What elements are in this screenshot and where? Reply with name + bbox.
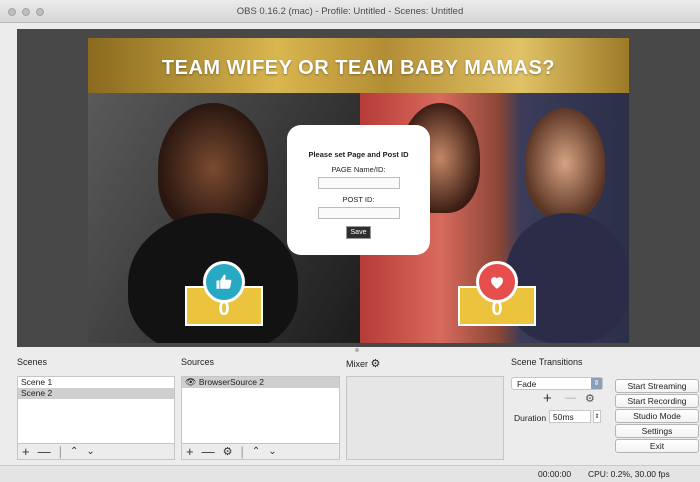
sources-title: Sources — [181, 357, 215, 367]
exit-button[interactable]: Exit — [615, 439, 699, 453]
post-id-input[interactable] — [317, 207, 400, 219]
dialog-title: Please set Page and Post ID — [308, 150, 409, 159]
window-title: OBS 0.16.2 (mac) - Profile: Untitled - S… — [236, 6, 464, 17]
duration-input[interactable]: 50ms — [549, 410, 591, 423]
chevron-down-icon: ⇕ — [591, 378, 602, 389]
gear-icon[interactable]: ⚙ — [585, 392, 595, 405]
chevron-down-icon[interactable]: ⌄ — [268, 445, 276, 459]
mixer-title: Mixer ⚙ — [346, 357, 380, 370]
splitter-handle[interactable] — [355, 348, 359, 352]
banner: TEAM WIFEY OR TEAM BABY MAMAS? — [88, 38, 629, 93]
remove-transition-button[interactable]: — — [565, 392, 576, 404]
remove-scene-button[interactable]: — — [38, 444, 51, 459]
duration-label: Duration — [514, 413, 547, 423]
gear-icon[interactable]: ⚙ — [371, 358, 381, 370]
sources-list[interactable]: 👁 BrowserSource 2 — [181, 376, 340, 444]
list-item[interactable]: 👁 BrowserSource 2 — [182, 377, 339, 388]
add-scene-button[interactable]: + — [22, 444, 30, 459]
chevron-up-icon[interactable]: ⌃ — [70, 445, 78, 459]
list-item[interactable]: Scene 1 — [18, 377, 174, 388]
duration-stepper[interactable]: ⇕ — [593, 410, 601, 423]
status-cpu: CPU: 0.2%, 30.00 fps — [588, 469, 670, 479]
banner-title: TEAM WIFEY OR TEAM BABY MAMAS? — [161, 57, 556, 79]
thumbs-up-icon — [203, 261, 245, 303]
sources-toolbar: + — ⚙ | ⌃ ⌄ — [181, 444, 340, 460]
add-source-button[interactable]: + — [186, 444, 194, 459]
page-id-label: PAGE Name/ID: — [331, 165, 386, 174]
mixer-panel — [346, 376, 504, 460]
scenes-title: Scenes — [17, 357, 48, 367]
transition-value: Fade — [517, 379, 537, 389]
save-button[interactable]: Save — [345, 226, 372, 239]
browser-source-stage[interactable]: TEAM WIFEY OR TEAM BABY MAMAS? Please se… — [88, 38, 629, 343]
status-bar: 00:00:00 CPU: 0.2%, 30.00 fps — [0, 465, 700, 482]
scenes-list[interactable]: Scene 1 Scene 2 — [17, 376, 175, 444]
source-name: BrowserSource 2 — [198, 377, 265, 387]
post-id-label: POST ID: — [342, 195, 375, 204]
heart-icon — [476, 261, 518, 303]
status-time: 00:00:00 — [538, 469, 572, 479]
page-post-id-dialog: Please set Page and Post ID PAGE Name/ID… — [287, 125, 430, 255]
remove-source-button[interactable]: — — [202, 444, 215, 459]
add-transition-button[interactable]: + — [543, 390, 552, 407]
scenes-toolbar: + — | ⌃ ⌄ — [17, 444, 175, 460]
studio-mode-button[interactable]: Studio Mode — [615, 409, 699, 423]
transition-select[interactable]: Fade ⇕ — [511, 377, 603, 390]
mixer-label: Mixer — [346, 359, 368, 369]
eye-icon[interactable]: 👁 — [185, 377, 196, 387]
transitions-title: Scene Transitions — [511, 357, 583, 367]
chevron-up-icon[interactable]: ⌃ — [252, 445, 260, 459]
gear-icon[interactable]: ⚙ — [223, 445, 233, 459]
list-item[interactable]: Scene 2 — [18, 388, 174, 399]
start-recording-button[interactable]: Start Recording — [615, 394, 699, 408]
settings-button[interactable]: Settings — [615, 424, 699, 438]
duration-value: 50ms — [553, 412, 574, 422]
chevron-down-icon[interactable]: ⌄ — [86, 445, 94, 459]
page-id-input[interactable] — [317, 177, 400, 189]
title-bar: OBS 0.16.2 (mac) - Profile: Untitled - S… — [0, 0, 700, 23]
start-streaming-button[interactable]: Start Streaming — [615, 379, 699, 393]
